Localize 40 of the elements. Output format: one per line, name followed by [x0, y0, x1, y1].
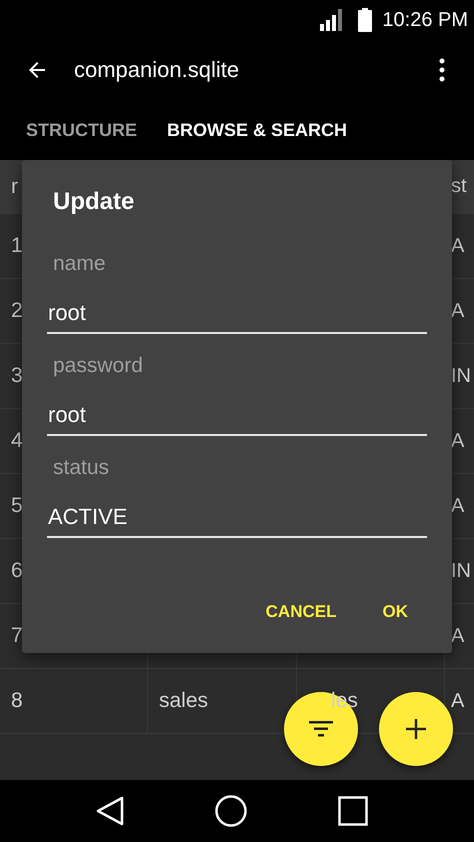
filter-icon [309, 721, 333, 737]
table-cell-text: IN [450, 364, 471, 388]
column-header: r [10, 174, 18, 198]
input-field[interactable]: root [47, 396, 427, 436]
table-cell-text: A [450, 494, 464, 518]
status-time: 10:26 PM [382, 8, 468, 32]
table-cell-text: 5 [10, 494, 23, 518]
table-cell-text: 8 [10, 689, 23, 713]
table-cell-text: 6 [10, 559, 23, 583]
dialog-button[interactable]: OK [374, 594, 416, 630]
battery-icon [358, 8, 372, 32]
home-icon[interactable] [214, 795, 247, 827]
table-cell-text: 4 [10, 429, 23, 453]
table-cell-text: sales [158, 689, 208, 713]
table-cell-text: A [450, 234, 464, 258]
field-label: password [53, 353, 143, 379]
table-cell-text: A [450, 430, 464, 452]
dialog-title: Update [53, 187, 134, 217]
tab[interactable]: BROWSE & SEARCH [159, 116, 356, 144]
table-cell-text: A [450, 300, 464, 322]
dialog-button[interactable]: CANCEL [258, 594, 344, 630]
table-cell-text: 2 [10, 299, 23, 323]
table-cell-text: 7 [10, 624, 23, 648]
table-cell-text: A [450, 624, 464, 648]
input-field[interactable]: ACTIVE [47, 498, 427, 538]
back-icon[interactable] [96, 796, 124, 826]
signal-icon [320, 9, 344, 31]
table-cell-text: IN [450, 560, 471, 582]
field-label: status [53, 455, 110, 481]
more-options-icon[interactable] [439, 58, 445, 82]
input-field[interactable]: root [47, 294, 427, 334]
field-label: name [53, 251, 106, 277]
app-title: companion.sqlite [74, 57, 240, 83]
tab[interactable]: STRUCTURE [18, 116, 145, 144]
plus-icon [406, 719, 426, 739]
table-cell-text: 1 [10, 234, 23, 258]
column-header: st [450, 175, 467, 198]
table-cell-text: 3 [10, 364, 23, 388]
recents-icon[interactable] [338, 796, 368, 826]
table-cell-text: A [450, 690, 464, 712]
